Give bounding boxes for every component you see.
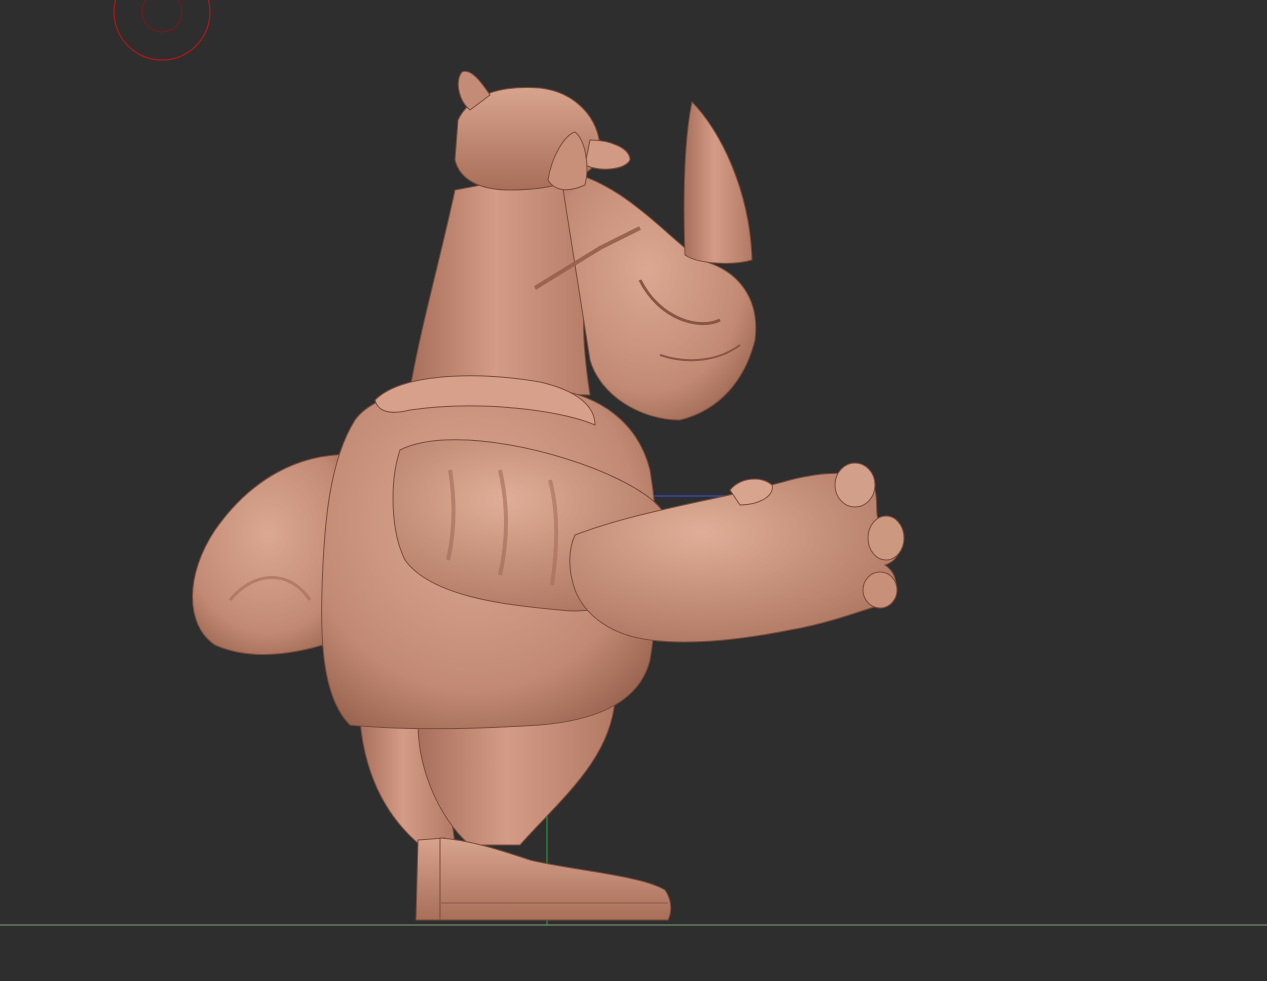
rhino-sculpt-model[interactable] xyxy=(192,70,905,921)
right-shoe xyxy=(439,837,672,921)
cap-brim xyxy=(584,139,631,170)
horn xyxy=(683,100,753,264)
viewport-canvas[interactable] xyxy=(0,0,1267,981)
transpose-gizmo-icon[interactable] xyxy=(113,0,211,61)
sculpt-viewport[interactable] xyxy=(0,0,1267,981)
